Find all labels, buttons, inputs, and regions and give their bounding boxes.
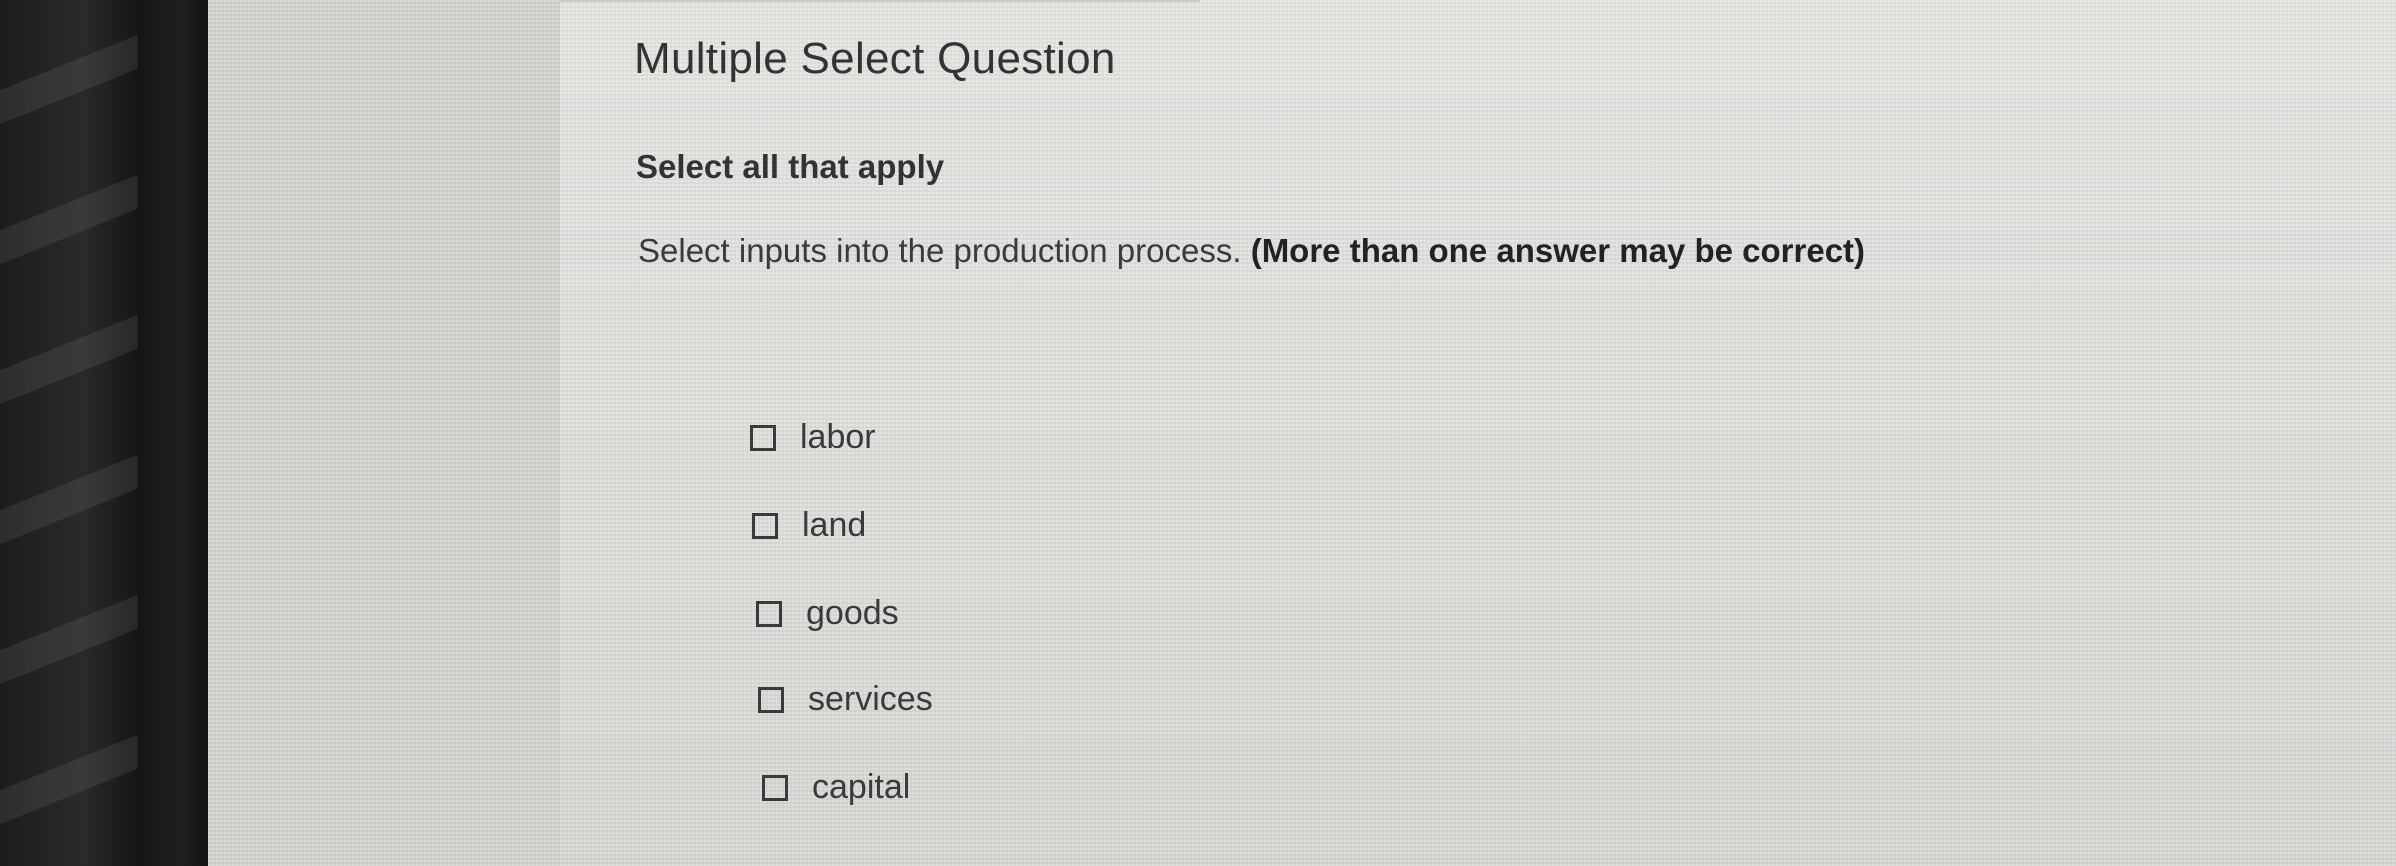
edge-stripe [0, 169, 150, 265]
answer-label: services [808, 680, 933, 718]
question-title: Multiple Select Question [634, 34, 1116, 83]
edge-stripe [0, 589, 150, 685]
monitor-bezel [138, 0, 208, 866]
answer-label: labor [800, 418, 876, 456]
edge-stripe [0, 729, 150, 825]
checkbox-icon[interactable] [750, 424, 776, 451]
header-divider [560, 0, 1200, 2]
edge-stripe [0, 29, 150, 125]
answer-label: capital [812, 768, 911, 806]
left-panel [208, 0, 560, 866]
edge-stripe [0, 309, 150, 405]
checkbox-icon[interactable] [752, 512, 778, 539]
answer-option-land[interactable]: land [752, 506, 866, 545]
answer-label: land [802, 506, 867, 544]
question-instruction: Select all that apply [636, 148, 945, 185]
prompt-text: Select inputs into the production proces… [638, 232, 1251, 269]
answer-label: goods [806, 594, 899, 632]
checkbox-icon[interactable] [756, 600, 782, 627]
question-prompt: Select inputs into the production proces… [638, 232, 1865, 270]
answer-option-labor[interactable]: labor [750, 418, 876, 457]
prompt-note: (More than one answer may be correct) [1250, 232, 1866, 269]
answer-option-goods[interactable]: goods [756, 594, 899, 633]
background-edge [0, 0, 150, 866]
checkbox-icon[interactable] [762, 774, 788, 801]
answer-option-services[interactable]: services [758, 680, 933, 719]
screen [208, 0, 2396, 866]
answer-option-capital[interactable]: capital [762, 768, 910, 807]
checkbox-icon[interactable] [758, 686, 784, 713]
edge-stripe [0, 449, 150, 545]
